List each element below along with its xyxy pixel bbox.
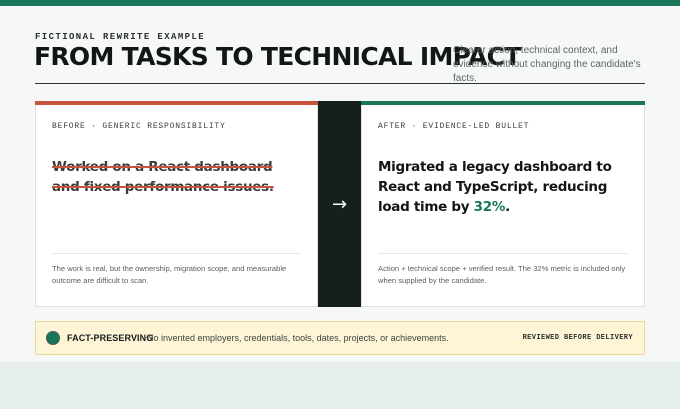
page-subtitle: Clearer action, technical context, and e…: [453, 45, 641, 84]
after-card: AFTER · EVIDENCE-LED BULLET Migrated a l…: [361, 101, 645, 307]
arrow-right-icon: →: [331, 193, 348, 215]
metric-highlight: 32%: [473, 199, 506, 215]
before-card: BEFORE · GENERIC RESPONSIBILITY Worked o…: [35, 101, 318, 307]
page-title: FROM TASKS TO TECHNICAL IMPACT: [34, 42, 521, 71]
after-statement-end: .: [505, 199, 510, 215]
before-divider: [52, 253, 301, 254]
after-statement: Migrated a legacy dashboard to React and…: [378, 157, 640, 217]
eyebrow-label: FICTIONAL REWRITE EXAMPLE: [35, 32, 206, 42]
review-status: REVIEWED BEFORE DELIVERY: [522, 334, 633, 342]
before-statement: Worked on a React dashboard and fixed pe…: [52, 159, 274, 195]
transition-column: →: [318, 101, 361, 307]
after-divider: [378, 253, 628, 254]
page-content: FICTIONAL REWRITE EXAMPLE FROM TASKS TO …: [0, 6, 680, 362]
after-accent-bar: [361, 101, 645, 105]
header-divider: [35, 83, 645, 84]
after-label: AFTER · EVIDENCE-LED BULLET: [378, 122, 530, 131]
before-label: BEFORE · GENERIC RESPONSIBILITY: [52, 122, 226, 131]
before-accent-bar: [35, 101, 318, 105]
before-note: The work is real, but the ownership, mig…: [52, 264, 287, 285]
banner-tag: FACT-PRESERVING: [67, 333, 154, 343]
banner-message: No invented employers, credentials, tool…: [147, 333, 449, 343]
status-dot-icon: [47, 332, 59, 344]
fact-preserving-banner: FACT-PRESERVING No invented employers, c…: [35, 321, 645, 355]
after-note: Action + technical scope + verified resu…: [378, 264, 626, 285]
